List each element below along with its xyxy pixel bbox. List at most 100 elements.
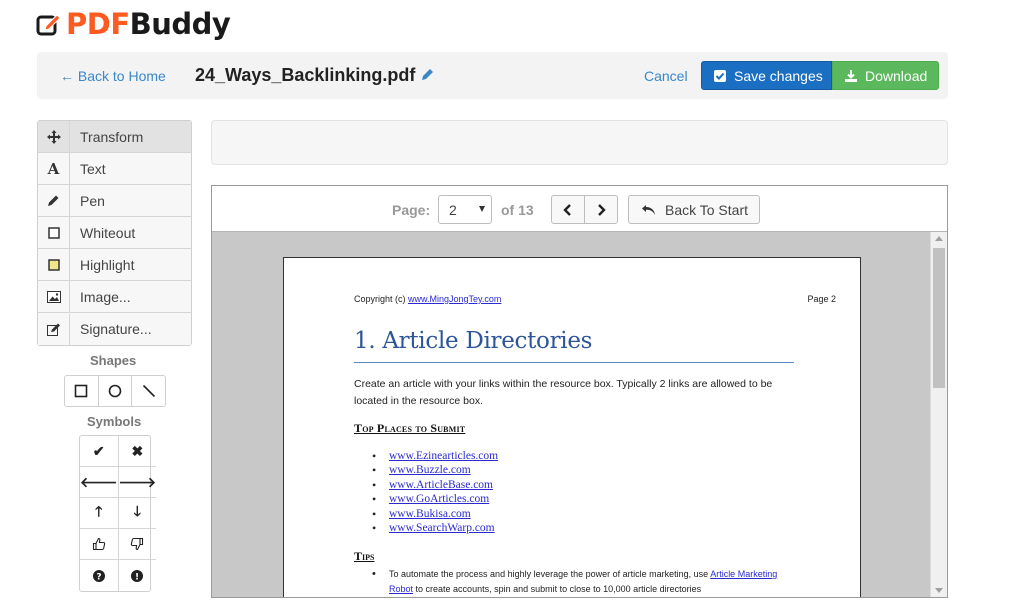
site-link[interactable]: www.Bukisa.com xyxy=(389,508,471,520)
thumbs-up-icon xyxy=(92,537,105,551)
tool-options-panel xyxy=(211,120,948,165)
tool-image[interactable]: Image... xyxy=(38,281,191,313)
list-item: www.Ezinearticles.com xyxy=(372,449,498,464)
doc-site-list: www.Ezinearticles.com www.Buzzle.com www… xyxy=(372,449,498,536)
circle-icon xyxy=(108,384,122,398)
chevron-left-icon xyxy=(563,203,571,216)
tool-signature[interactable]: Signature... xyxy=(38,313,191,345)
symbol-question-button[interactable]: ? xyxy=(80,560,119,591)
x-icon: ✖ xyxy=(131,442,144,459)
page-nav-buttons xyxy=(551,195,618,224)
site-link[interactable]: www.Buzzle.com xyxy=(389,464,471,476)
tool-text[interactable]: A Text xyxy=(38,153,191,185)
viewer-scrollbar[interactable] xyxy=(930,232,947,597)
page-select[interactable]: 2 xyxy=(438,195,492,224)
document-filename: 24_Ways_Backlinking.pdf xyxy=(195,65,416,85)
doc-tips-heading: Tips xyxy=(354,549,375,563)
arrow-left-icon: 🡐 xyxy=(80,473,118,490)
scroll-down-icon[interactable] xyxy=(935,588,943,593)
site-link[interactable]: www.SearchWarp.com xyxy=(389,522,495,534)
doc-copyright-link[interactable]: www.MingJongTey.com xyxy=(408,294,501,304)
thumbs-down-icon xyxy=(131,537,144,551)
doc-copyright-prefix: Copyright (c) xyxy=(354,294,409,304)
tool-label: Signature... xyxy=(80,321,152,337)
tool-label: Whiteout xyxy=(80,224,136,241)
tool-whiteout[interactable]: Whiteout xyxy=(38,217,191,249)
list-item: www.Bukisa.com xyxy=(372,507,498,522)
line-shape-button[interactable] xyxy=(132,376,165,406)
highlight-icon xyxy=(38,249,70,280)
download-label: Download xyxy=(865,67,928,84)
doc-page-number: Page 2 xyxy=(807,294,836,304)
logo-pdf-text: PDF xyxy=(66,7,130,41)
doc-copyright: Copyright (c) www.MingJongTey.com xyxy=(354,294,501,304)
download-button[interactable]: Download xyxy=(832,61,939,90)
question-icon: ? xyxy=(92,569,105,582)
symbol-arrow-right-button[interactable]: 🡒 xyxy=(118,467,157,498)
site-link[interactable]: www.GoArticles.com xyxy=(389,493,489,505)
list-item: www.GoArticles.com xyxy=(372,492,498,507)
circle-shape-button[interactable] xyxy=(99,376,133,406)
list-item: www.SearchWarp.com xyxy=(372,521,498,536)
scroll-thumb[interactable] xyxy=(933,248,945,388)
back-to-home-link[interactable]: ← Back to Home xyxy=(60,68,166,84)
site-link[interactable]: www.ArticleBase.com xyxy=(389,479,493,491)
pdf-page[interactable]: Copyright (c) www.MingJongTey.com Page 2… xyxy=(283,257,861,597)
symbol-arrow-left-button[interactable]: 🡐 xyxy=(80,467,119,498)
page-select-value: 2 xyxy=(449,201,457,218)
arrow-down-icon: 🡓 xyxy=(133,503,141,519)
tool-label: Image... xyxy=(80,288,131,305)
pdf-viewer: Page: 2 of 13 Back To Start Copyright (c… xyxy=(211,185,948,598)
undo-arrow-icon xyxy=(642,204,655,215)
whiteout-icon xyxy=(38,217,70,248)
edit-logo-icon xyxy=(36,11,62,37)
text-icon: A xyxy=(38,153,70,184)
symbol-thumbs-up-button[interactable] xyxy=(80,529,119,560)
tool-transform[interactable]: Transform xyxy=(38,121,191,153)
arrow-up-icon: 🡑 xyxy=(95,503,103,519)
next-page-button[interactable] xyxy=(585,196,617,223)
symbols-heading: Symbols xyxy=(87,414,142,429)
logo-buddy-text: Buddy xyxy=(129,7,231,41)
page-label: Page: xyxy=(392,202,431,218)
tool-label: Transform xyxy=(80,128,144,145)
pdfbuddy-logo[interactable]: PDFBuddy xyxy=(36,6,231,42)
scroll-up-icon[interactable] xyxy=(935,236,943,241)
tool-label: Text xyxy=(80,160,106,177)
rectangle-shape-button[interactable] xyxy=(65,376,99,406)
rename-pencil-icon[interactable] xyxy=(419,67,435,83)
doc-tip-item: To automate the process and highly lever… xyxy=(372,567,792,597)
caret-down-icon xyxy=(479,206,485,212)
doc-heading-rule xyxy=(354,362,794,363)
site-link[interactable]: www.Ezinearticles.com xyxy=(389,450,498,462)
page-total: of 13 xyxy=(501,202,534,218)
tool-pen[interactable]: Pen xyxy=(38,185,191,217)
doc-intro-paragraph: Create an article with your links within… xyxy=(354,378,773,407)
back-to-start-button[interactable]: Back To Start xyxy=(628,195,760,224)
save-changes-button[interactable]: Save changes xyxy=(701,61,832,90)
rectangle-icon xyxy=(75,384,88,398)
tool-label: Highlight xyxy=(80,256,135,273)
signature-icon xyxy=(38,313,70,345)
doc-heading: 1. Article Directories xyxy=(354,328,593,354)
arrow-right-icon: 🡒 xyxy=(118,473,157,490)
symbol-check-button[interactable]: ✔ xyxy=(80,436,119,467)
tool-label: Pen xyxy=(80,192,105,209)
exclamation-icon: ! xyxy=(131,569,144,582)
svg-text:?: ? xyxy=(96,572,101,582)
symbol-exclamation-button[interactable]: ! xyxy=(119,560,157,591)
symbol-x-button[interactable]: ✖ xyxy=(118,436,157,467)
previous-page-button[interactable] xyxy=(552,196,585,223)
symbol-arrow-down-button[interactable]: 🡓 xyxy=(118,498,157,529)
line-icon xyxy=(142,384,155,398)
tool-highlight[interactable]: Highlight xyxy=(38,249,191,281)
cancel-button[interactable]: Cancel xyxy=(644,68,688,84)
check-icon: ✔ xyxy=(92,442,105,459)
list-item: www.ArticleBase.com xyxy=(372,478,498,493)
symbol-thumbs-down-button[interactable] xyxy=(118,529,157,560)
image-icon xyxy=(38,281,70,312)
download-icon xyxy=(844,69,858,83)
symbol-arrow-up-button[interactable]: 🡑 xyxy=(80,498,119,529)
back-to-start-label: Back To Start xyxy=(665,201,749,218)
tip-text: To automate the process and highly lever… xyxy=(389,569,711,579)
